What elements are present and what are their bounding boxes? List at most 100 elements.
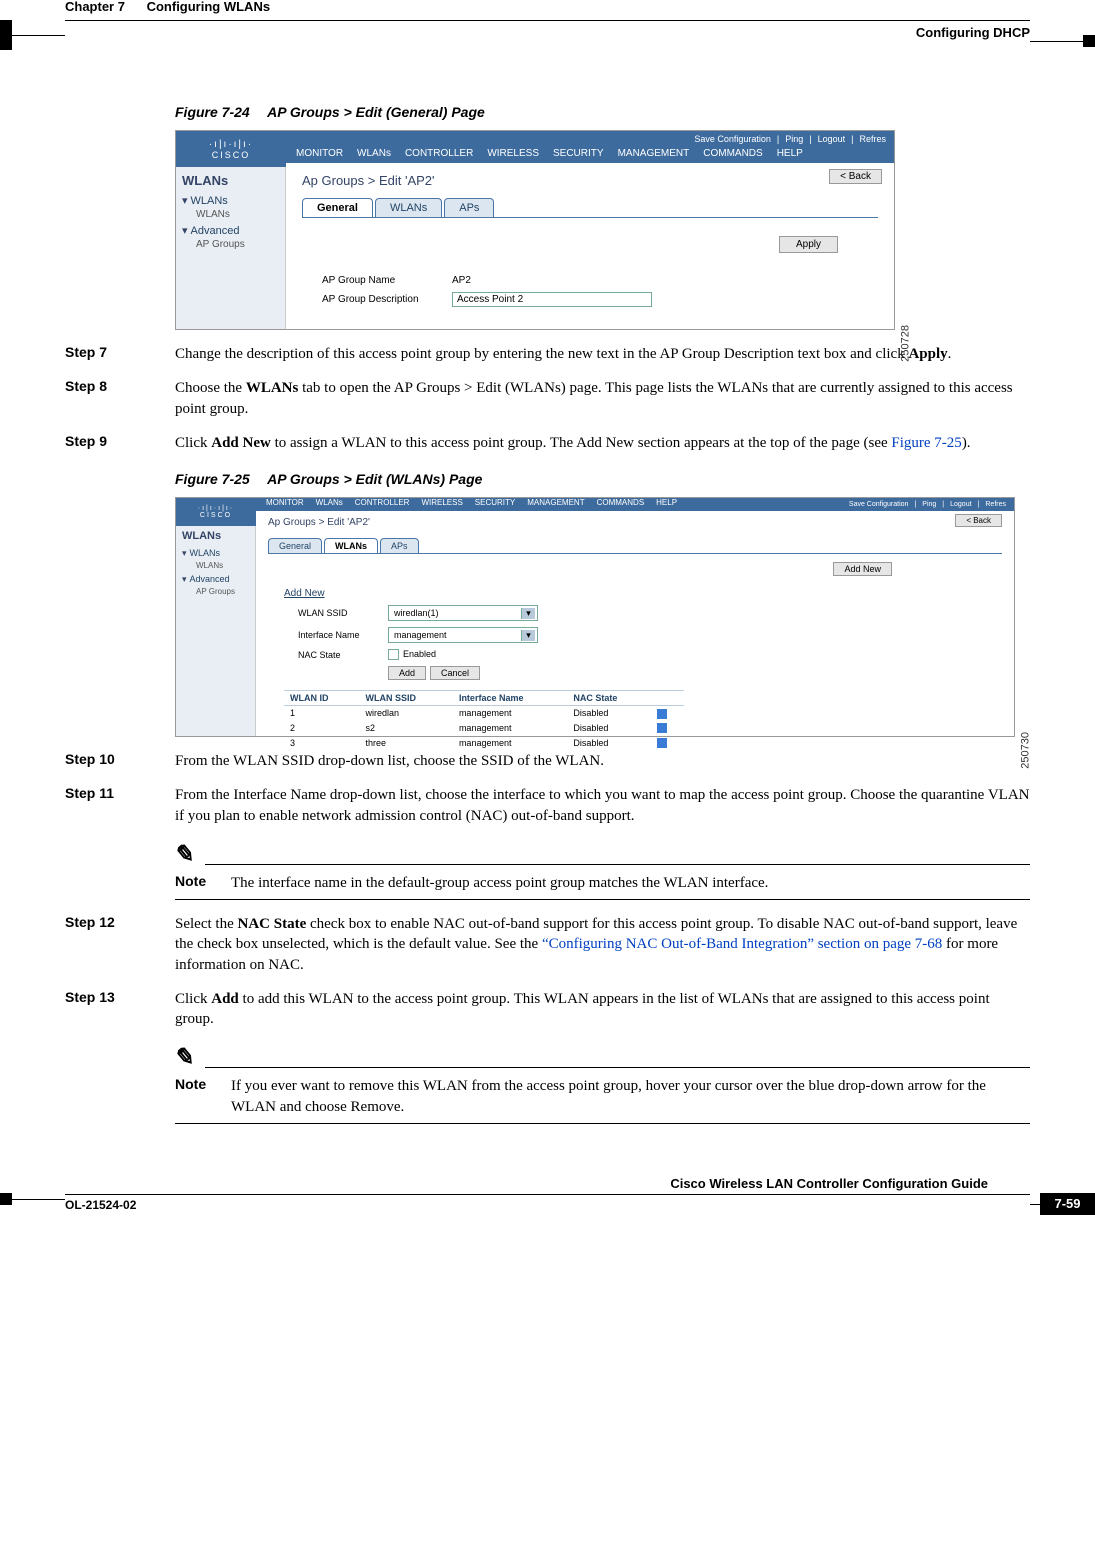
add-button[interactable]: Add	[388, 666, 426, 680]
tab-general[interactable]: General	[302, 198, 373, 217]
ss-tabs: General WLANs APs	[302, 198, 878, 218]
menu2-controller[interactable]: CONTROLLER	[355, 498, 410, 507]
menu-wireless[interactable]: WIRELESS	[487, 148, 539, 159]
step-10-label: Step 10	[65, 751, 175, 771]
link-figure-7-25[interactable]: Figure 7-25	[891, 435, 961, 451]
tab-aps[interactable]: APs	[444, 198, 494, 217]
menu-security[interactable]: SECURITY	[553, 148, 604, 159]
menu-monitor[interactable]: MONITOR	[296, 148, 343, 159]
menu-commands[interactable]: COMMANDS	[703, 148, 762, 159]
figure-24-title: AP Groups > Edit (General) Page	[267, 104, 485, 120]
menu-management[interactable]: MANAGEMENT	[618, 148, 690, 159]
wlan-ssid-label: WLAN SSID	[298, 608, 388, 618]
back-button[interactable]: < Back	[829, 169, 882, 184]
ss2-side-title: WLANs	[182, 530, 249, 542]
link-ping[interactable]: Ping	[785, 134, 803, 144]
cisco-logo-2: ·ı|ı·ı|ı· CISCO	[176, 498, 256, 526]
wlan-ssid-dropdown[interactable]: wiredlan(1)▾	[388, 605, 538, 621]
menu-controller[interactable]: CONTROLLER	[405, 148, 473, 159]
cancel-button[interactable]: Cancel	[430, 666, 480, 680]
ss2-side-group-wlans[interactable]: ▾WLANs	[182, 548, 249, 559]
ss-topbar: ·ı|ı·ı|ı· CISCO Save Configuration| Ping…	[286, 131, 894, 163]
note-2: ✎ Note If you ever want to remove this W…	[175, 1043, 1030, 1124]
ss2-menu: MONITOR WLANs CONTROLLER WIRELESS SECURI…	[266, 498, 677, 507]
ss2-side-item-wlans[interactable]: WLANs	[196, 561, 249, 570]
footer-left-tab	[0, 1193, 12, 1205]
tab2-wlans[interactable]: WLANs	[324, 538, 378, 553]
step-11-label: Step 11	[65, 785, 175, 826]
link-save-config-2[interactable]: Save Configuration	[849, 501, 909, 508]
figure-25-number: Figure 7-25	[175, 471, 250, 487]
note-icon: ✎	[172, 840, 197, 869]
ss-side-item-apgroups[interactable]: AP Groups	[196, 239, 279, 250]
figure-25-refno: 250730	[1020, 732, 1032, 769]
nac-state-label: NAC State	[298, 650, 388, 660]
menu2-monitor[interactable]: MONITOR	[266, 498, 304, 507]
table-row: 2 s2 management Disabled	[284, 721, 684, 736]
apgroup-name-label: AP Group Name	[322, 275, 452, 286]
row-action-icon[interactable]	[657, 738, 667, 748]
menu2-help[interactable]: HELP	[656, 498, 677, 507]
menu-help[interactable]: HELP	[777, 148, 803, 159]
th-wlan-ssid: WLAN SSID	[360, 691, 453, 706]
ss2-tabs: General WLANs APs	[268, 538, 1002, 554]
ss-side-item-wlans[interactable]: WLANs	[196, 209, 279, 220]
link-save-config[interactable]: Save Configuration	[694, 134, 771, 144]
breadcrumb: Ap Groups > Edit 'AP2'	[302, 173, 878, 188]
note-1: ✎ Note The interface name in the default…	[175, 840, 1030, 900]
header-line	[12, 35, 65, 36]
link-logout[interactable]: Logout	[818, 134, 846, 144]
th-interface-name: Interface Name	[453, 691, 567, 706]
step-7-label: Step 7	[65, 344, 175, 364]
step-9-label: Step 9	[65, 433, 175, 453]
header-left: Chapter 7 Configuring WLANs	[65, 0, 270, 14]
link-logout-2[interactable]: Logout	[950, 501, 971, 508]
step-11-text: From the Interface Name drop-down list, …	[175, 785, 1030, 826]
th-nac-state: NAC State	[567, 691, 651, 706]
step-12-text: Select the NAC State check box to enable…	[175, 914, 1030, 975]
figure-24-screenshot: 250728 WLANs ▾WLANs WLANs ▾Advanced AP G…	[175, 130, 895, 330]
apgroup-name-value: AP2	[452, 275, 471, 286]
ss-menu: MONITOR WLANs CONTROLLER WIRELESS SECURI…	[296, 148, 803, 159]
ss-side-group-advanced[interactable]: ▾Advanced	[182, 224, 279, 237]
step-13-text: Click Add to add this WLAN to the access…	[175, 989, 1030, 1030]
add-new-button[interactable]: Add New	[833, 562, 892, 576]
ss-side-title: WLANs	[182, 173, 279, 188]
menu2-security[interactable]: SECURITY	[475, 498, 515, 507]
figure-24-caption: Figure 7-24 AP Groups > Edit (General) P…	[175, 104, 1030, 120]
note-2-label: Note	[175, 1076, 231, 1117]
back-button-2[interactable]: < Back	[955, 514, 1002, 527]
figure-25-caption: Figure 7-25 AP Groups > Edit (WLANs) Pag…	[175, 471, 1030, 487]
tab2-aps[interactable]: APs	[380, 538, 419, 553]
ss2-side-item-apgroups[interactable]: AP Groups	[196, 587, 249, 596]
figure-25-title: AP Groups > Edit (WLANs) Page	[267, 471, 482, 487]
ss-side-group-wlans[interactable]: ▾WLANs	[182, 194, 279, 207]
ss2-side-group-advanced[interactable]: ▾Advanced	[182, 574, 249, 585]
wlan-table: WLAN ID WLAN SSID Interface Name NAC Sta…	[284, 690, 684, 750]
tab-wlans[interactable]: WLANs	[375, 198, 442, 217]
menu-wlans[interactable]: WLANs	[357, 148, 391, 159]
chapter-title: Configuring WLANs	[147, 0, 270, 14]
menu2-commands[interactable]: COMMANDS	[597, 498, 645, 507]
tab2-general[interactable]: General	[268, 538, 322, 553]
link-ping-2[interactable]: Ping	[922, 501, 936, 508]
ss2-toplinks: Save Configuration| Ping| Logout| Refres	[849, 501, 1006, 508]
link-nac-section[interactable]: “Configuring NAC Out-of-Band Integration…	[542, 936, 942, 952]
apply-button[interactable]: Apply	[779, 236, 838, 253]
link-refresh[interactable]: Refres	[859, 134, 886, 144]
header-right-line	[1030, 41, 1083, 42]
nac-state-checkbox[interactable]	[388, 649, 399, 660]
interface-name-dropdown[interactable]: management▾	[388, 627, 538, 643]
note-1-label: Note	[175, 873, 231, 893]
apgroup-desc-input[interactable]	[452, 292, 652, 307]
page-footer: Cisco Wireless LAN Controller Configurat…	[65, 1194, 1030, 1254]
footer-page-number: 7-59	[1040, 1193, 1095, 1215]
menu2-wlans[interactable]: WLANs	[316, 498, 343, 507]
menu2-management[interactable]: MANAGEMENT	[527, 498, 584, 507]
menu2-wireless[interactable]: WIRELESS	[421, 498, 462, 507]
row-action-icon[interactable]	[657, 709, 667, 719]
row-action-icon[interactable]	[657, 723, 667, 733]
link-refresh-2[interactable]: Refres	[985, 501, 1006, 508]
figure-24-number: Figure 7-24	[175, 104, 250, 120]
footer-left-line	[12, 1199, 65, 1200]
